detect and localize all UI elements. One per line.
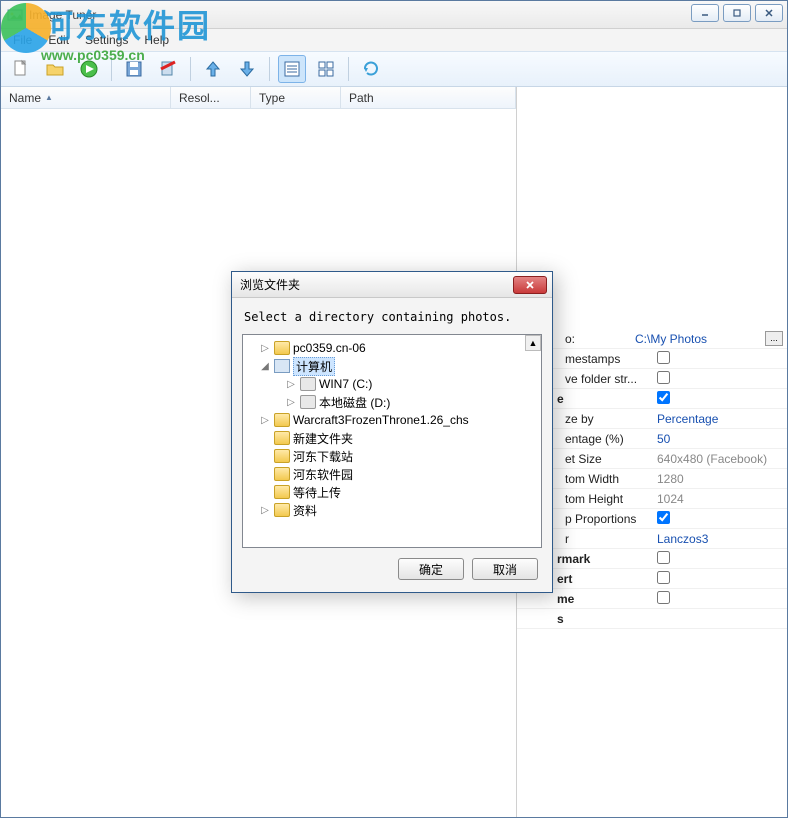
sort-asc-icon: ▲ <box>45 93 53 102</box>
drive-icon <box>300 377 316 391</box>
prop-saveto-label: o: <box>565 332 635 346</box>
prop-percentage-label: entage (%) <box>565 432 657 446</box>
tb-view-list-icon[interactable] <box>278 55 306 83</box>
prop-filter-value[interactable]: Lanczos3 <box>657 532 783 546</box>
col-type[interactable]: Type <box>251 87 341 108</box>
tb-new-icon[interactable] <box>7 55 35 83</box>
menu-file[interactable]: File <box>7 31 38 49</box>
folder-icon <box>274 467 290 481</box>
prop-convert-section: ert <box>557 572 657 586</box>
menu-edit[interactable]: Edit <box>42 31 75 49</box>
prop-resizeby-value[interactable]: Percentage <box>657 412 783 426</box>
tree-item[interactable]: WIN7 (C:) <box>319 377 372 391</box>
dialog-title: 浏览文件夹 <box>240 276 300 293</box>
expand-icon[interactable]: ▷ <box>259 343 271 354</box>
prop-setsize-label: et Size <box>565 452 657 466</box>
prop-saveto-browse[interactable]: ... <box>765 331 783 346</box>
computer-icon <box>274 359 290 373</box>
col-resol[interactable]: Resol... <box>171 87 251 108</box>
maximize-button[interactable] <box>723 4 751 22</box>
dialog-ok-button[interactable]: 确定 <box>398 558 464 580</box>
prop-resize-check[interactable] <box>657 391 670 404</box>
expand-icon[interactable]: ▷ <box>285 379 297 390</box>
dialog-titlebar[interactable]: 浏览文件夹 <box>232 272 552 298</box>
prop-convert-check[interactable] <box>657 571 670 584</box>
folder-icon <box>274 431 290 445</box>
tree-item[interactable]: 河东软件园 <box>293 466 353 483</box>
folder-icon <box>274 413 290 427</box>
prop-rename-check[interactable] <box>657 591 670 604</box>
tb-view-grid-icon[interactable] <box>312 55 340 83</box>
drive-icon <box>300 395 316 409</box>
expand-icon[interactable]: ▷ <box>285 397 297 408</box>
tree-scroll-up[interactable]: ▲ <box>525 335 541 351</box>
prop-setsize-value[interactable]: 640x480 (Facebook) <box>657 452 783 466</box>
tree-item[interactable]: 本地磁盘 (D:) <box>319 394 390 411</box>
app-icon <box>7 7 23 23</box>
prop-resize-section: e <box>557 392 657 406</box>
tb-up-icon[interactable] <box>199 55 227 83</box>
folder-icon <box>274 341 290 355</box>
list-header: Name▲ Resol... Type Path <box>1 87 516 109</box>
prop-resizeby-label: ze by <box>565 412 657 426</box>
folder-icon <box>274 503 290 517</box>
tree-item[interactable]: 河东下载站 <box>293 448 353 465</box>
prop-customw-label: tom Width <box>565 472 657 486</box>
tree-item-computer[interactable]: 计算机 <box>293 357 335 376</box>
prop-folderstr-check[interactable] <box>657 371 670 384</box>
toolbar <box>1 51 787 87</box>
tb-run-icon[interactable] <box>75 55 103 83</box>
window-title: Image Tuner <box>29 8 96 22</box>
prop-watermark-check[interactable] <box>657 551 670 564</box>
prop-saveto-value[interactable]: C:\My Photos <box>635 332 761 346</box>
tree-item[interactable]: pc0359.cn-06 <box>293 341 366 355</box>
tb-refresh-icon[interactable] <box>357 55 385 83</box>
col-path[interactable]: Path <box>341 87 516 108</box>
browse-folder-dialog: 浏览文件夹 Select a directory containing phot… <box>231 271 553 593</box>
dialog-message: Select a directory containing photos. <box>242 306 542 334</box>
tree-item[interactable]: Warcraft3FrozenThrone1.26_chs <box>293 413 469 427</box>
prop-timestamps-check[interactable] <box>657 351 670 364</box>
tree-item[interactable]: 新建文件夹 <box>293 430 353 447</box>
tree-item[interactable]: 资料 <box>293 502 317 519</box>
folder-icon <box>274 449 290 463</box>
tb-delete-icon[interactable] <box>154 55 182 83</box>
prop-customh-value[interactable]: 1024 <box>657 492 783 506</box>
prop-timestamps-label: mestamps <box>565 352 657 366</box>
prop-watermark-section: rmark <box>557 552 657 566</box>
menu-settings[interactable]: Settings <box>79 31 134 49</box>
folder-icon <box>274 485 290 499</box>
dialog-close-button[interactable] <box>513 276 547 294</box>
properties-panel: o: C:\My Photos ... mestamps ve folder s… <box>517 87 787 817</box>
minimize-button[interactable] <box>691 4 719 22</box>
expand-icon[interactable]: ▷ <box>259 415 271 426</box>
tb-down-icon[interactable] <box>233 55 261 83</box>
prop-percentage-value[interactable]: 50 <box>657 432 783 446</box>
tree-item[interactable]: 等待上传 <box>293 484 341 501</box>
menu-help[interactable]: Help <box>138 31 175 49</box>
prop-misc-section: s <box>557 612 657 626</box>
collapse-icon[interactable]: ◢ <box>259 361 271 372</box>
prop-customw-value[interactable]: 1280 <box>657 472 783 486</box>
folder-tree[interactable]: ▲ ▷ pc0359.cn-06 ◢ 计算机 ▷ WIN7 (C:) ▷ 本地磁盘 (D… <box>242 334 542 548</box>
prop-keepprop-check[interactable] <box>657 511 670 524</box>
expand-icon[interactable]: ▷ <box>259 505 271 516</box>
window-titlebar: Image Tuner <box>1 1 787 29</box>
tb-save-icon[interactable] <box>120 55 148 83</box>
close-button[interactable] <box>755 4 783 22</box>
menubar: File Edit Settings Help <box>1 29 787 51</box>
tb-open-icon[interactable] <box>41 55 69 83</box>
prop-rename-section: me <box>557 592 657 606</box>
prop-customh-label: tom Height <box>565 492 657 506</box>
dialog-cancel-button[interactable]: 取消 <box>472 558 538 580</box>
prop-keepprop-label: p Proportions <box>565 512 657 526</box>
prop-folderstr-label: ve folder str... <box>565 372 657 386</box>
prop-filter-label: r <box>565 532 657 546</box>
col-name[interactable]: Name▲ <box>1 87 171 108</box>
